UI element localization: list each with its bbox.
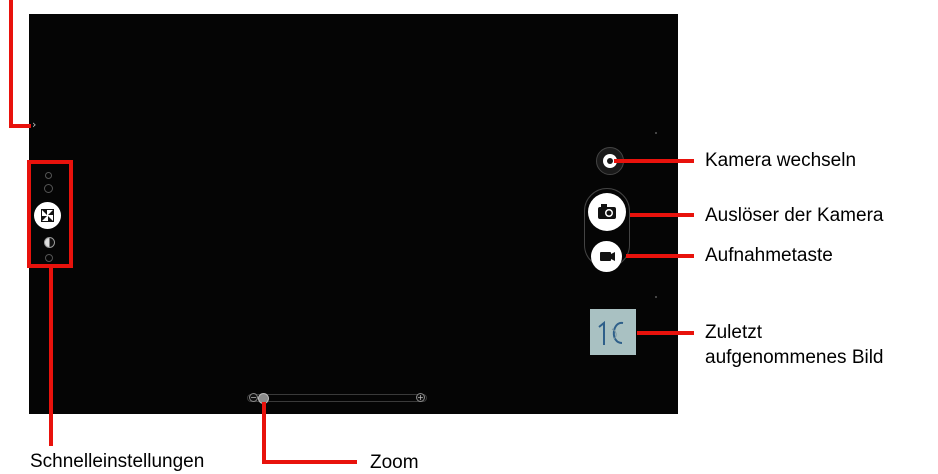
annotation-line bbox=[262, 460, 357, 464]
annotation-line bbox=[49, 268, 53, 446]
video-camera-icon bbox=[600, 252, 615, 261]
label-quick-settings: Schnelleinstellungen bbox=[30, 451, 205, 472]
annotation-line bbox=[9, 0, 13, 128]
camera-icon bbox=[598, 204, 616, 219]
annotation-line bbox=[630, 213, 694, 217]
label-last-photo-line1: Zuletzt bbox=[705, 322, 763, 343]
last-photo-thumbnail[interactable] bbox=[590, 309, 636, 355]
record-button[interactable] bbox=[591, 241, 622, 272]
label-switch-camera: Kamera wechseln bbox=[705, 150, 857, 171]
annotation-line bbox=[626, 254, 694, 258]
annotation-line bbox=[9, 124, 31, 128]
label-record: Aufnahmetaste bbox=[705, 245, 833, 266]
zoom-in-button[interactable]: + bbox=[416, 393, 425, 402]
label-last-photo-line2: aufgenommenes Bild bbox=[705, 347, 884, 368]
zoom-out-button[interactable]: − bbox=[249, 393, 258, 402]
side-panel-chevron[interactable]: › bbox=[32, 118, 36, 131]
shutter-button[interactable] bbox=[588, 193, 626, 231]
annotation-line bbox=[637, 331, 694, 335]
label-shutter: Auslöser der Kamera bbox=[705, 205, 884, 226]
annotation-line bbox=[262, 402, 266, 464]
label-zoom: Zoom bbox=[370, 452, 419, 473]
quick-settings-highlight bbox=[27, 160, 73, 268]
camera-viewfinder[interactable]: › bbox=[29, 14, 678, 414]
annotation-line bbox=[614, 159, 694, 163]
edge-dot bbox=[655, 296, 657, 298]
edge-dot bbox=[655, 132, 657, 134]
zoom-slider-track[interactable] bbox=[247, 394, 427, 402]
